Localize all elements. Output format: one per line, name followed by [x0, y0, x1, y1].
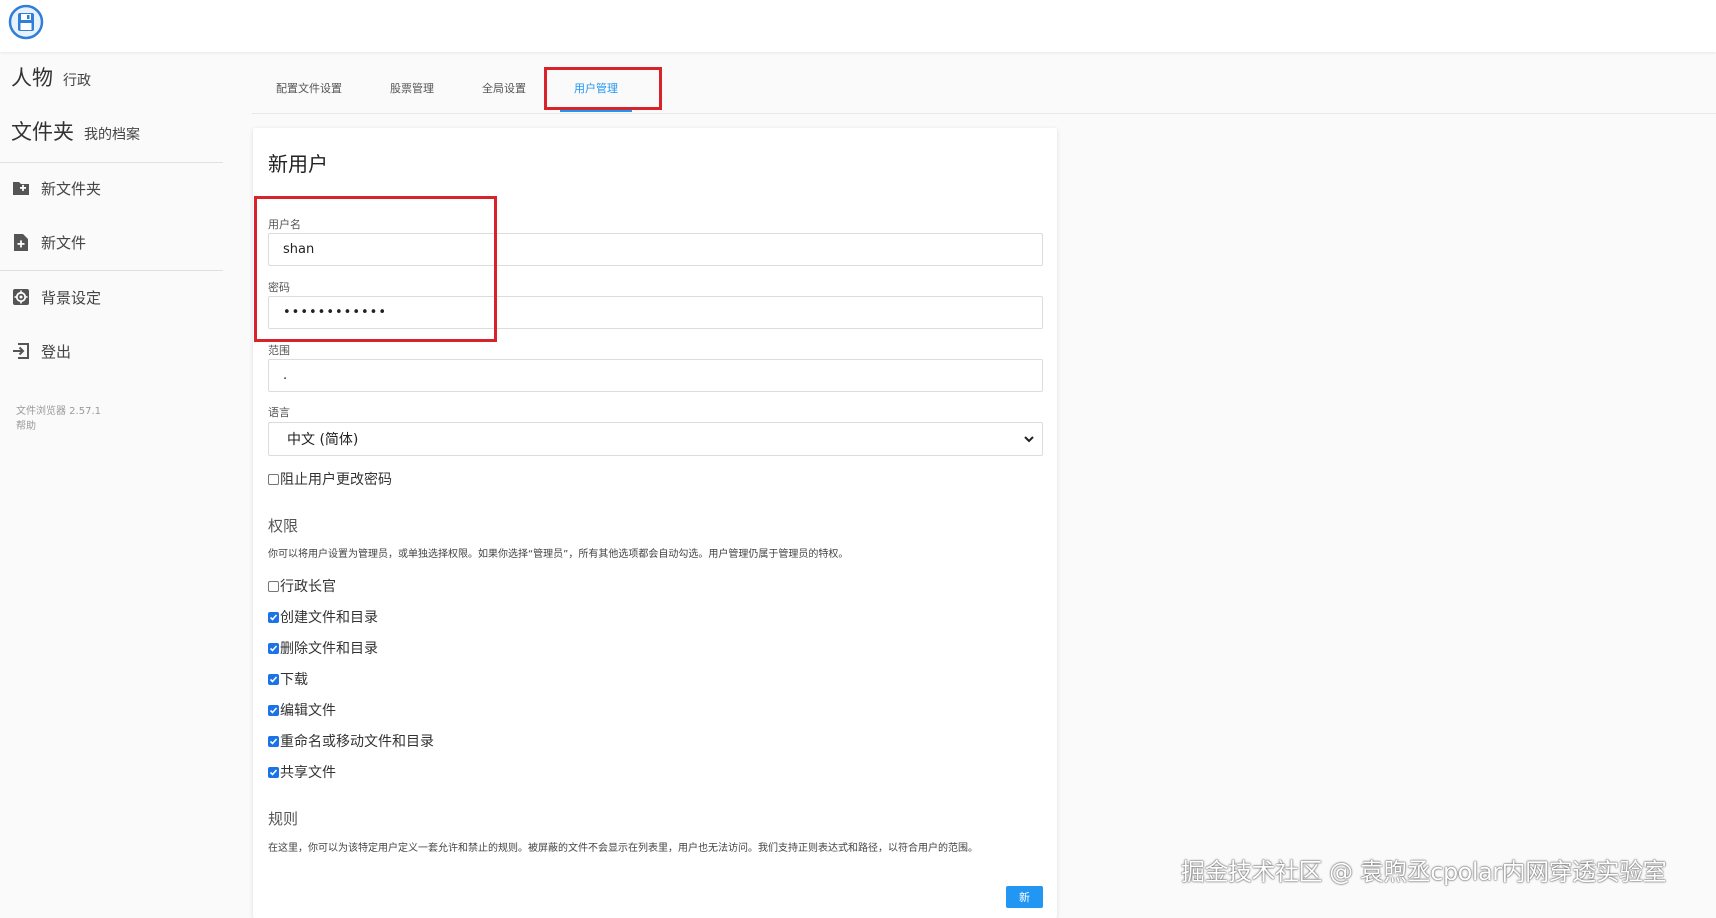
sidebar-divider [0, 270, 223, 271]
permissions-description: 你可以将用户设置为管理员，或单独选择权限。如果你选择“管理员”，所有其他选项都会… [268, 549, 849, 560]
permission-edit-checkbox[interactable] [268, 704, 279, 716]
card-title: 新用户 [268, 152, 328, 176]
permission-create-label: 创建文件和目录 [280, 610, 378, 626]
sidebar-item-label: 新文件夹 [41, 179, 102, 198]
permission-rename-checkbox[interactable] [268, 735, 279, 747]
version-info: 文件浏览器 2.57.1 帮助 [16, 404, 101, 434]
gear-icon [11, 287, 31, 307]
tab-share-management[interactable]: 股票管理 [366, 68, 458, 108]
sidebar-people-label: 人物 [11, 66, 53, 90]
sidebar-divider [0, 162, 223, 163]
scope-label: 范围 [268, 344, 290, 357]
permission-rename-row[interactable]: 重命名或移动文件和目录 [268, 732, 434, 750]
lock-password-checkbox[interactable] [268, 473, 279, 485]
tabs-divider [252, 113, 1716, 114]
logout-icon [11, 341, 31, 361]
tab-highlight-outline [544, 67, 662, 110]
permission-create-row[interactable]: 创建文件和目录 [268, 608, 378, 626]
new-rule-button[interactable]: 新 [1006, 886, 1043, 908]
permission-admin-row[interactable]: 行政长官 [268, 577, 336, 595]
permission-share-checkbox[interactable] [268, 766, 279, 778]
scope-input[interactable] [268, 359, 1043, 392]
permission-delete-row[interactable]: 删除文件和目录 [268, 639, 378, 657]
sidebar-folder-sub: 我的档案 [84, 127, 140, 143]
permission-download-checkbox[interactable] [268, 673, 279, 685]
sidebar-item-label: 新文件 [41, 233, 87, 252]
sidebar-folder[interactable]: 文件夹 我的档案 [11, 116, 140, 150]
permission-share-row[interactable]: 共享文件 [268, 763, 336, 781]
language-selected-value: 中文 (简体) [287, 432, 359, 448]
permission-share-label: 共享文件 [280, 765, 336, 781]
sidebar-folder-label: 文件夹 [11, 120, 74, 144]
rules-description: 在这里，你可以为该特定用户定义一套允许和禁止的规则。被屏蔽的文件不会显示在列表里… [268, 843, 978, 854]
chevron-down-icon [1022, 432, 1036, 446]
version-text: 文件浏览器 2.57.1 [16, 406, 101, 417]
permission-create-checkbox[interactable] [268, 611, 279, 623]
tab-profile-settings[interactable]: 配置文件设置 [252, 68, 366, 108]
sidebar-item-new-folder[interactable]: 新文件夹 [0, 170, 223, 206]
lock-password-checkbox-row[interactable]: 阻止用户更改密码 [268, 470, 392, 488]
credentials-highlight-outline [254, 196, 497, 342]
permission-admin-label: 行政长官 [280, 579, 336, 595]
file-plus-icon [11, 232, 31, 252]
permission-delete-label: 删除文件和目录 [280, 641, 378, 657]
permission-delete-checkbox[interactable] [268, 642, 279, 654]
watermark-text: 掘金技术社区 @ 袁煦丞cpolar内网穿透实验室 [1181, 858, 1667, 886]
tab-global-settings[interactable]: 全局设置 [458, 68, 550, 108]
permission-rename-label: 重命名或移动文件和目录 [280, 734, 434, 750]
permission-edit-label: 编辑文件 [280, 703, 336, 719]
sidebar-people-sub: 行政 [63, 73, 91, 89]
sidebar-item-label: 背景设定 [41, 288, 102, 307]
sidebar-people[interactable]: 人物 行政 [11, 62, 91, 96]
folder-plus-icon [11, 178, 31, 198]
permission-admin-checkbox[interactable] [268, 580, 279, 592]
help-link[interactable]: 帮助 [16, 419, 101, 434]
floppy-disk-logo-icon[interactable] [8, 4, 44, 40]
sidebar-item-settings[interactable]: 背景设定 [0, 279, 223, 315]
rules-title: 规则 [268, 810, 299, 828]
permission-edit-row[interactable]: 编辑文件 [268, 701, 336, 719]
sidebar-item-label: 登出 [41, 342, 72, 361]
permissions-title: 权限 [268, 517, 299, 535]
lock-password-label: 阻止用户更改密码 [280, 472, 392, 488]
sidebar: 人物 行政 文件夹 我的档案 新文件夹 新文件 背景设定 登出 文件浏览器 2.… [0, 52, 225, 908]
language-select[interactable]: 中文 (简体) [268, 422, 1043, 456]
permission-download-row[interactable]: 下载 [268, 670, 308, 688]
permission-download-label: 下载 [280, 672, 308, 688]
sidebar-item-new-file[interactable]: 新文件 [0, 224, 223, 260]
app-header [0, 0, 1716, 52]
sidebar-item-logout[interactable]: 登出 [0, 333, 223, 369]
language-label: 语言 [268, 406, 290, 419]
